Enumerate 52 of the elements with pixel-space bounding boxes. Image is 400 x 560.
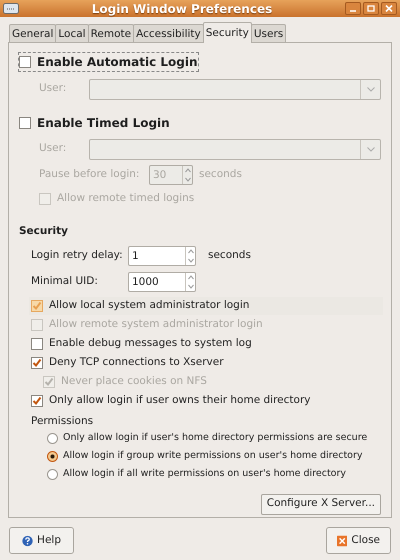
checkbox-label: Enable debug messages to system log [49, 336, 252, 351]
radio-button[interactable] [47, 433, 58, 444]
spin-field[interactable]: 1000 [128, 272, 196, 292]
close-button[interactable] [381, 2, 397, 15]
section-heading: Security [19, 224, 70, 239]
radio-label: Only allow login if user's home directory permissions are secure [63, 431, 368, 446]
minimize-button[interactable] [345, 2, 361, 15]
field-label: User: [39, 141, 68, 156]
window-menu-icon[interactable] [3, 3, 19, 14]
checkbox[interactable] [19, 56, 31, 68]
field-label: User: [39, 81, 68, 96]
spin-field[interactable]: 1 [128, 246, 196, 266]
chevron-down-icon [366, 86, 374, 92]
checkbox[interactable] [31, 394, 43, 407]
checkbox-label: Never place cookies on NFS [61, 374, 207, 389]
group-heading: Permissions [30, 414, 94, 429]
maximize-button[interactable] [363, 2, 379, 15]
radio-label: Allow login if group write permissions on user's home directory [63, 449, 363, 464]
chevron-down-icon [366, 146, 374, 152]
checkbox[interactable] [31, 338, 43, 350]
radio-label: Allow login if all write permissions on user's home directory [63, 467, 346, 482]
tab[interactable]: Security [202, 22, 252, 43]
tab[interactable]: Local [55, 24, 89, 43]
field-label: Pause before login: [39, 167, 140, 182]
window-title: Login Window Preferences [90, 0, 274, 18]
field-label: Login retry delay: [31, 248, 124, 263]
configure-button[interactable]: Configure X Server... [260, 494, 381, 514]
checkbox[interactable] [19, 117, 31, 129]
radio-button[interactable] [47, 451, 58, 462]
checkbox[interactable] [31, 300, 43, 312]
checkbox-label: Enable Automatic Login [37, 54, 198, 71]
help-button[interactable]: Help [9, 527, 74, 554]
checkbox-label: Only allow login if user owns their home directory [49, 392, 310, 408]
tab[interactable]: Remote [88, 24, 134, 43]
maximize-icon [367, 5, 375, 12]
field-label: Minimal UID: [31, 274, 99, 289]
spin-arrows-icon [184, 168, 190, 182]
close-button[interactable]: Close [326, 527, 391, 554]
unit-label: seconds [199, 167, 242, 182]
tab[interactable]: Accessibility [133, 24, 204, 43]
close-icon [385, 5, 393, 12]
checkbox-label: Allow remote system administrator login [49, 316, 263, 332]
checkbox-label: Allow remote timed logins [57, 191, 194, 206]
checkbox-label: Deny TCP connections to Xserver [49, 354, 224, 370]
radio-button[interactable] [47, 469, 58, 480]
spin-arrows-icon [188, 248, 194, 263]
checkbox-label: Enable Timed Login [37, 115, 170, 132]
tab[interactable]: General [9, 24, 56, 43]
checkbox[interactable] [31, 356, 43, 369]
unit-label: seconds [208, 248, 251, 263]
checkbox-label: Allow local system administrator login [49, 298, 250, 313]
spin-arrows-icon [188, 274, 194, 289]
